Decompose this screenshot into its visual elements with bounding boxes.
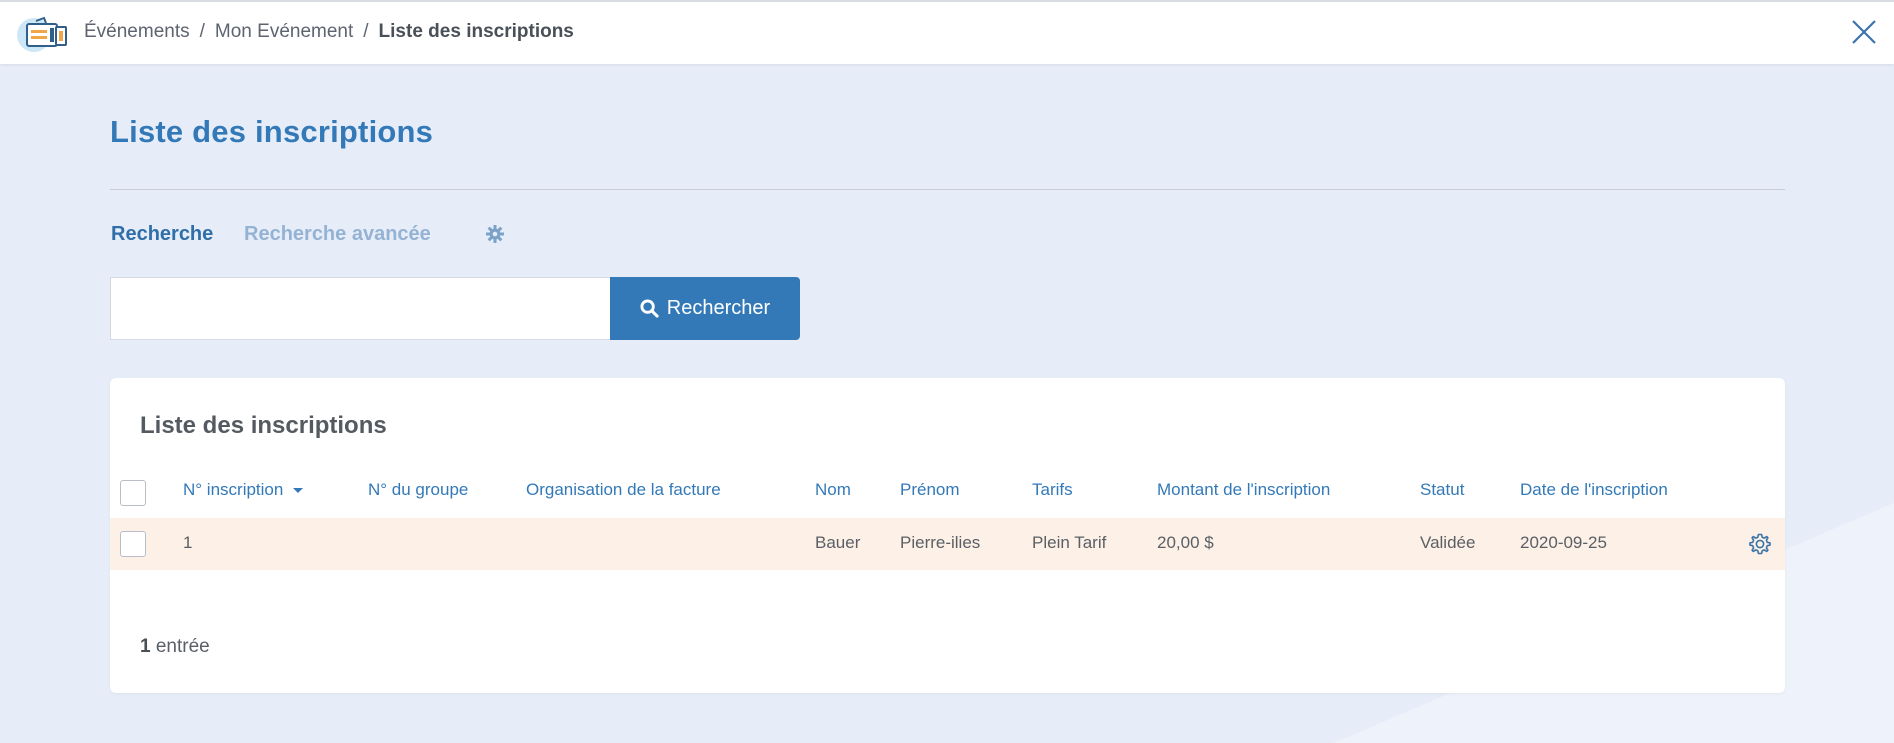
cell-nom: Bauer xyxy=(815,533,861,552)
entries-count-number: 1 xyxy=(140,636,151,657)
cell-statut: Validée xyxy=(1420,533,1476,552)
column-header-tarifs[interactable]: Tarifs xyxy=(1032,480,1073,500)
top-bar: Événements / Mon Evénement / Liste des i… xyxy=(0,0,1894,64)
card-title: Liste des inscriptions xyxy=(140,412,387,439)
column-header-organisation[interactable]: Organisation de la facture xyxy=(526,480,721,500)
breadcrumb-item-events[interactable]: Événements xyxy=(84,21,190,43)
column-header-numero[interactable]: N° inscription xyxy=(183,480,304,500)
table-row[interactable]: 1 Bauer Pierre-ilies Plein Tarif 20,00 $… xyxy=(110,518,1785,570)
column-header-date[interactable]: Date de l'inscription xyxy=(1520,480,1668,500)
tab-advanced-search[interactable]: Recherche avancée xyxy=(244,223,431,246)
close-icon[interactable] xyxy=(1850,18,1878,46)
entries-count-label: entrée xyxy=(155,636,210,657)
gear-icon[interactable] xyxy=(485,224,505,244)
breadcrumb-item-event[interactable]: Mon Evénement xyxy=(215,21,353,43)
breadcrumb-separator: / xyxy=(363,21,369,42)
column-header-prenom[interactable]: Prénom xyxy=(900,480,960,500)
breadcrumb-item-current: Liste des inscriptions xyxy=(378,21,574,42)
column-header-nom[interactable]: Nom xyxy=(815,480,851,500)
sort-caret-icon xyxy=(293,488,304,493)
breadcrumb: Événements / Mon Evénement / Liste des i… xyxy=(84,21,574,43)
column-header-montant[interactable]: Montant de l'inscription xyxy=(1157,480,1330,500)
cell-prenom: Pierre-ilies xyxy=(900,533,981,552)
cell-date: 2020-09-25 xyxy=(1520,533,1607,552)
search-input[interactable] xyxy=(110,277,610,340)
search-button-label: Rechercher xyxy=(666,297,771,319)
search-icon xyxy=(640,299,659,318)
cell-montant: 20,00 $ xyxy=(1157,533,1214,552)
row-checkbox[interactable] xyxy=(120,531,146,557)
page-title: Liste des inscriptions xyxy=(110,114,434,149)
select-all-checkbox[interactable] xyxy=(120,480,146,506)
search-button[interactable]: Rechercher xyxy=(610,277,800,340)
column-header-statut[interactable]: Statut xyxy=(1420,480,1464,500)
column-header-groupe[interactable]: N° du groupe xyxy=(368,480,468,500)
registrations-card: Liste des inscriptions N° inscription N°… xyxy=(110,378,1785,693)
ticket-logo-icon xyxy=(14,12,70,54)
breadcrumb-separator: / xyxy=(199,21,205,42)
table-header: N° inscription N° du groupe Organisation… xyxy=(110,468,1785,518)
divider xyxy=(110,189,1785,190)
entries-count: 1 entrée xyxy=(140,636,210,658)
tab-search[interactable]: Recherche xyxy=(111,223,213,246)
cell-tarif: Plein Tarif xyxy=(1032,533,1107,552)
row-settings-icon[interactable] xyxy=(1748,532,1772,556)
cell-numero: 1 xyxy=(183,533,193,552)
